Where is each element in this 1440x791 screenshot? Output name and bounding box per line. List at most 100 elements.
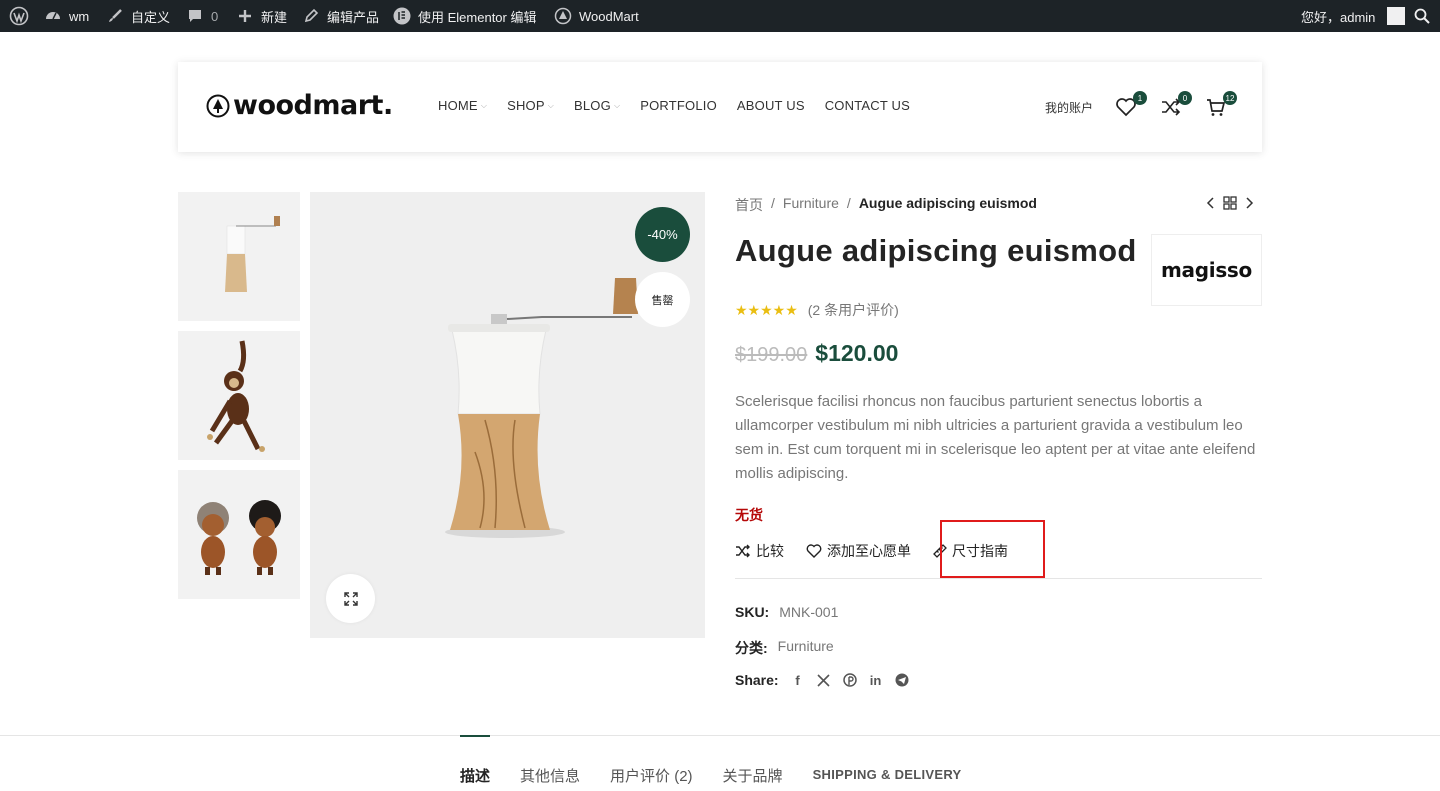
brush-icon bbox=[105, 6, 125, 26]
x-twitter-icon[interactable] bbox=[817, 673, 831, 687]
heart-icon bbox=[806, 544, 822, 558]
chevron-down-icon: ⌵ bbox=[613, 100, 621, 110]
edit-product-label: 编辑产品 bbox=[327, 9, 380, 25]
product-price: $199.00 $120.00 bbox=[735, 340, 898, 367]
expand-icon bbox=[343, 591, 358, 606]
breadcrumb-separator: / bbox=[771, 195, 775, 211]
breadcrumb: 首页 / Furniture / Augue adipiscing euismo… bbox=[735, 195, 1037, 215]
admin-search-icon[interactable] bbox=[1414, 0, 1430, 32]
zoom-button[interactable] bbox=[326, 574, 375, 623]
regular-price: $199.00 bbox=[735, 344, 808, 366]
coffee-grinder-image bbox=[445, 278, 638, 538]
edit-product-link[interactable]: 编辑产品 bbox=[301, 0, 379, 32]
site-logo[interactable]: woodmart. bbox=[206, 90, 393, 121]
star-rating-icon: ★★★★★ bbox=[735, 301, 798, 318]
reviews-link[interactable]: (2 条用户评价) bbox=[808, 300, 899, 320]
sku-value: MNK-001 bbox=[779, 604, 839, 620]
tab-description[interactable]: 描述 bbox=[460, 735, 491, 786]
breadcrumb-current: Augue adipiscing euismod bbox=[858, 195, 1037, 211]
tab-brand[interactable]: 关于品牌 bbox=[723, 735, 783, 786]
gallery-thumbnail[interactable] bbox=[178, 331, 300, 460]
main-product-image[interactable] bbox=[310, 192, 705, 638]
gallery-thumbnail[interactable] bbox=[178, 470, 300, 599]
my-account-link[interactable]: 您好，admin bbox=[1301, 0, 1406, 32]
greeting: 您好，admin bbox=[1301, 9, 1376, 25]
nav-about-us[interactable]: ABOUT US bbox=[737, 98, 805, 113]
chevron-right-icon[interactable] bbox=[1243, 196, 1255, 210]
monkey-figure-thumb-image bbox=[207, 340, 265, 452]
wordpress-logo-icon[interactable] bbox=[9, 0, 29, 32]
compare-action[interactable]: 比较 bbox=[735, 541, 784, 561]
nav-portfolio[interactable]: PORTFOLIO bbox=[640, 98, 717, 113]
product-navigation bbox=[1205, 196, 1255, 210]
chevron-left-icon[interactable] bbox=[1205, 196, 1217, 210]
category-link[interactable]: Furniture bbox=[778, 638, 834, 658]
divider bbox=[735, 578, 1262, 579]
add-to-wishlist-action[interactable]: 添加至心愿单 bbox=[806, 541, 911, 561]
sold-out-badge: 售罄 bbox=[635, 272, 690, 327]
grid-icon[interactable] bbox=[1223, 196, 1237, 210]
plus-icon bbox=[235, 6, 255, 26]
tree-logo-icon bbox=[206, 94, 230, 117]
avatar bbox=[1387, 7, 1406, 25]
my-account-link-header[interactable]: 我的账户 bbox=[1045, 99, 1093, 116]
category-row: 分类: Furniture bbox=[735, 638, 834, 658]
cart-button[interactable]: 12 bbox=[1205, 91, 1237, 120]
compare-button[interactable]: 0 bbox=[1160, 91, 1192, 120]
tab-shipping-delivery[interactable]: Shipping & Delivery bbox=[813, 735, 962, 786]
admin-bar: wm 自定义 0 新建 编辑产品 使用 Elementor 编辑 WoodMar… bbox=[0, 0, 1440, 32]
brand-logo[interactable]: magisso bbox=[1151, 234, 1262, 306]
short-description: Scelerisque facilisi rhoncus non faucibu… bbox=[735, 393, 1256, 482]
nav-contact-label: CONTACT US bbox=[824, 98, 911, 113]
shuffle-icon bbox=[736, 544, 750, 558]
admin-site-link[interactable]: wm bbox=[43, 0, 89, 32]
sale-badge: -40% bbox=[635, 207, 690, 262]
elementor-label: 使用 Elementor 编辑 bbox=[418, 9, 537, 25]
tab-additional-info[interactable]: 其他信息 bbox=[520, 735, 580, 786]
new-content-link[interactable]: 新建 bbox=[235, 0, 287, 32]
compare-count-badge: 0 bbox=[1178, 91, 1192, 105]
wishlist-button[interactable]: 1 bbox=[1115, 91, 1147, 120]
product-title: Augue adipiscing euismod bbox=[735, 233, 1137, 268]
elementor-edit-link[interactable]: 使用 Elementor 编辑 bbox=[392, 0, 536, 32]
nav-portfolio-label: PORTFOLIO bbox=[640, 98, 717, 113]
nav-blog[interactable]: BLOG ⌵ bbox=[574, 98, 620, 113]
breadcrumb-home[interactable]: 首页 bbox=[735, 195, 763, 215]
woodmart-menu-link[interactable]: WoodMart bbox=[553, 0, 639, 32]
wishlist-count-badge: 1 bbox=[1133, 91, 1147, 105]
sale-price: $120.00 bbox=[815, 340, 899, 366]
elementor-icon bbox=[392, 6, 412, 26]
size-guide-highlight bbox=[940, 520, 1045, 578]
share-row: Share: f in bbox=[735, 672, 909, 688]
linkedin-icon[interactable]: in bbox=[869, 673, 883, 688]
site-name: wm bbox=[69, 8, 90, 24]
customize-label: 自定义 bbox=[131, 9, 171, 25]
new-label: 新建 bbox=[261, 9, 288, 25]
comments-count: 0 bbox=[211, 8, 219, 24]
comments-link[interactable]: 0 bbox=[185, 0, 218, 32]
share-label: Share: bbox=[735, 672, 779, 688]
breadcrumb-separator: / bbox=[846, 195, 851, 211]
nav-shop[interactable]: SHOP ⌵ bbox=[507, 98, 554, 113]
comment-icon bbox=[185, 6, 205, 26]
nav-blog-label: BLOG bbox=[574, 98, 611, 113]
gallery-thumbnail[interactable] bbox=[178, 192, 300, 321]
tab-reviews[interactable]: 用户评价 (2) bbox=[610, 735, 693, 786]
customize-link[interactable]: 自定义 bbox=[105, 0, 170, 32]
woodmart-label: WoodMart bbox=[579, 8, 639, 24]
woodmart-icon bbox=[553, 6, 573, 26]
cart-count-badge: 12 bbox=[1223, 91, 1237, 105]
breadcrumb-category[interactable]: Furniture bbox=[783, 195, 839, 215]
product-rating: ★★★★★ (2 条用户评价) bbox=[735, 300, 899, 320]
nav-home[interactable]: HOME ⌵ bbox=[438, 98, 487, 113]
nav-home-label: HOME bbox=[438, 98, 478, 113]
coffee-grinder-thumb-image bbox=[225, 216, 280, 292]
brand-name: magisso bbox=[1161, 258, 1252, 282]
facebook-icon[interactable]: f bbox=[791, 673, 805, 688]
pinterest-icon[interactable] bbox=[842, 673, 857, 687]
telegram-icon[interactable] bbox=[895, 673, 909, 687]
wishlist-label: 添加至心愿单 bbox=[827, 543, 911, 559]
nav-about-label: ABOUT US bbox=[736, 98, 805, 113]
stock-status: 无货 bbox=[735, 507, 763, 523]
nav-contact-us[interactable]: CONTACT US bbox=[825, 98, 910, 113]
